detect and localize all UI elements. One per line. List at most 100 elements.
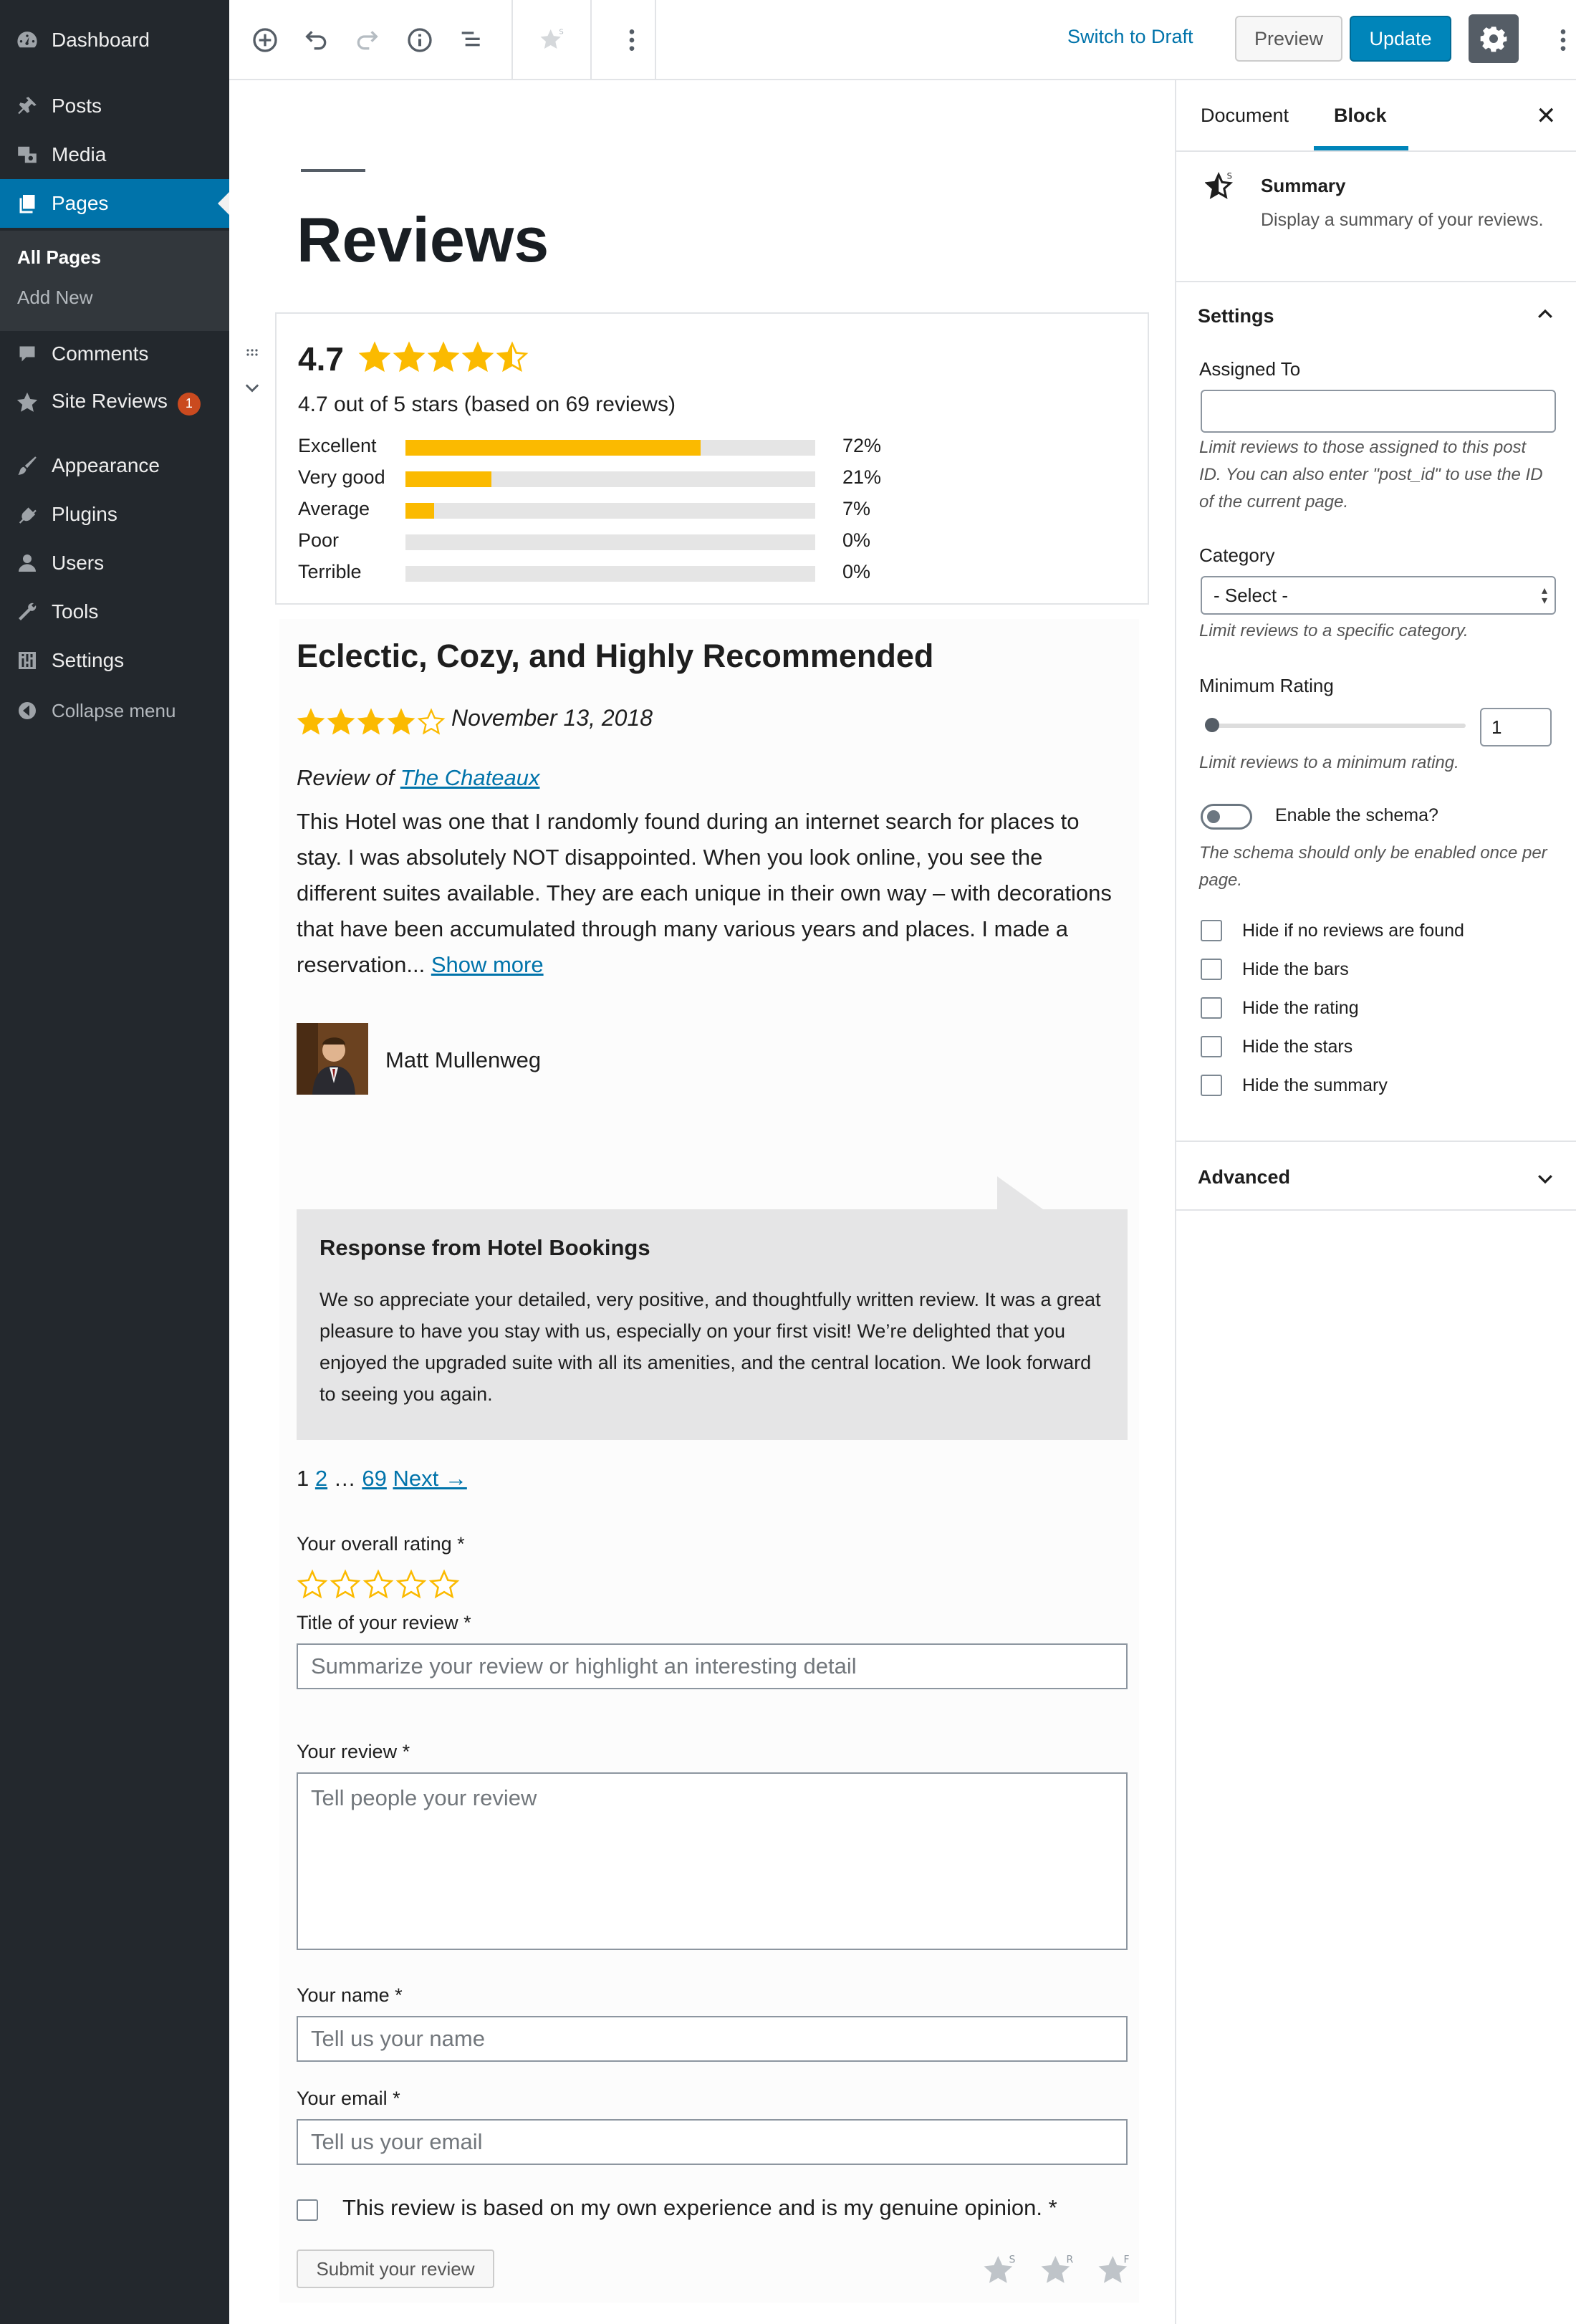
editor-toolbar: S Switch to Draft Preview Update — [229, 0, 1576, 80]
bar-label: Average — [298, 498, 370, 519]
reviews-block-icon[interactable]: R — [1039, 2251, 1079, 2291]
show-more-link[interactable]: Show more — [431, 952, 544, 977]
drag-handle[interactable] — [238, 338, 266, 367]
assigned-to-input[interactable] — [1201, 390, 1556, 433]
checkbox[interactable] — [1201, 997, 1222, 1019]
list-icon — [461, 32, 480, 47]
consent-checkbox[interactable] — [297, 2199, 318, 2221]
bar-percent: 21% — [842, 466, 882, 488]
add-block-button[interactable] — [245, 20, 285, 60]
name-input[interactable]: Tell us your name — [297, 2016, 1128, 2062]
chevron-up-icon[interactable] — [1534, 304, 1556, 325]
page-link[interactable]: 2 — [315, 1466, 327, 1491]
menu-item-users[interactable]: Users — [0, 539, 229, 587]
rating-star-option[interactable] — [330, 1569, 361, 1600]
assigned-to-help: Limit reviews to those assigned to this … — [1199, 438, 1543, 512]
submenu-add-new[interactable]: Add New — [17, 287, 93, 309]
advanced-panel-toggle[interactable]: Advanced — [1198, 1166, 1290, 1189]
rating-star-option[interactable] — [395, 1569, 427, 1600]
average-rating: 4.7 — [298, 340, 344, 378]
content-info-button[interactable] — [400, 20, 440, 60]
rating-star-picker[interactable] — [297, 1569, 460, 1600]
review-stars — [297, 708, 446, 736]
plus-circle-icon — [253, 28, 277, 52]
rating-star-option[interactable] — [297, 1569, 328, 1600]
preview-button[interactable]: Preview — [1235, 16, 1342, 62]
schema-toggle-label: Enable the schema? — [1275, 805, 1438, 825]
slider-handle[interactable] — [1205, 718, 1219, 732]
rating-star-option[interactable] — [428, 1569, 460, 1600]
chevron-down-icon[interactable] — [1534, 1168, 1556, 1189]
email-input[interactable]: Tell us your email — [297, 2119, 1128, 2165]
minimum-rating-input[interactable]: 1 — [1480, 708, 1552, 746]
menu-item-tools[interactable]: Tools — [0, 587, 229, 636]
reviewed-item-link[interactable]: The Chateaux — [400, 765, 540, 790]
review-textarea[interactable]: Tell people your review — [297, 1772, 1128, 1950]
hide-summary-checkbox[interactable]: Hide the summary — [1201, 1073, 1544, 1098]
schema-toggle[interactable] — [1201, 804, 1252, 830]
menu-item-pages[interactable]: Pages — [0, 179, 229, 228]
undo-icon — [305, 31, 327, 50]
menu-item-comments[interactable]: Comments — [0, 330, 229, 378]
form-block-icon[interactable]: F — [1096, 2251, 1136, 2291]
minimum-rating-slider[interactable] — [1205, 724, 1466, 728]
rating-star-option[interactable] — [362, 1569, 394, 1600]
menu-item-dashboard[interactable]: Dashboard — [0, 16, 229, 64]
menu-item-media[interactable]: Media — [0, 130, 229, 179]
move-block-down-button[interactable] — [238, 374, 266, 403]
block-settings-panel: Document Block ✕ S Summary Display a sum… — [1175, 80, 1576, 2324]
hide-stars-checkbox[interactable]: Hide the stars — [1201, 1034, 1544, 1059]
category-label: Category — [1199, 544, 1275, 566]
menu-item-label: Posts — [52, 95, 102, 117]
page-title[interactable]: Reviews — [297, 203, 549, 277]
menu-item-posts[interactable]: Posts — [0, 82, 229, 130]
tab-block[interactable]: Block — [1334, 105, 1387, 127]
block-more-options-button[interactable] — [612, 20, 652, 60]
response-title: Response from Hotel Bookings — [319, 1235, 650, 1260]
menu-item-plugins[interactable]: Plugins — [0, 490, 229, 539]
checkbox[interactable] — [1201, 920, 1222, 941]
block-navigation-button[interactable] — [451, 20, 491, 60]
category-select[interactable]: - Select - ▴ ▾ — [1201, 576, 1556, 615]
switch-to-draft-button[interactable]: Switch to Draft — [1067, 26, 1193, 48]
update-button[interactable]: Update — [1350, 16, 1451, 62]
reviews-block[interactable]: Eclectic, Cozy, and Highly Recommended N… — [279, 619, 1139, 2303]
menu-item-label: Settings — [52, 649, 125, 671]
checkbox[interactable] — [1201, 1075, 1222, 1096]
review-title-input[interactable]: Summarize your review or highlight an in… — [297, 1643, 1128, 1689]
block-description: Display a summary of your reviews. — [1261, 210, 1544, 230]
title-divider — [301, 169, 365, 172]
rating-bar-row: Excellent 72% — [298, 433, 881, 458]
summary-block[interactable]: 4.7 4.7 out of 5 stars (based on 69 revi… — [275, 312, 1149, 605]
undo-button[interactable] — [297, 20, 337, 60]
submenu-all-pages[interactable]: All Pages — [17, 246, 101, 269]
menu-item-site-reviews[interactable]: Site Reviews 1 — [0, 378, 229, 427]
checkbox[interactable] — [1201, 1036, 1222, 1057]
next-page-link[interactable]: Next → — [393, 1466, 466, 1491]
rating-bar-row: Very good 21% — [298, 464, 881, 490]
close-panel-button[interactable]: ✕ — [1536, 102, 1557, 130]
bar-percent: 72% — [842, 435, 882, 456]
settings-toggle-button[interactable] — [1469, 14, 1519, 63]
redo-button[interactable] — [347, 20, 387, 60]
checkbox-label: Hide if no reviews are found — [1242, 921, 1464, 941]
review-of-prefix: Review of — [297, 765, 400, 790]
hide-bars-checkbox[interactable]: Hide the bars — [1201, 957, 1544, 981]
menu-item-settings[interactable]: Settings — [0, 636, 229, 685]
hide-rating-checkbox[interactable]: Hide the rating — [1201, 996, 1544, 1020]
submit-review-button[interactable]: Submit your review — [297, 2249, 494, 2288]
menu-item-appearance[interactable]: Appearance — [0, 441, 229, 490]
bar-track — [405, 566, 815, 582]
summary-block-icon[interactable]: S — [981, 2251, 1022, 2291]
bar-track — [405, 471, 815, 487]
tab-document[interactable]: Document — [1201, 105, 1289, 127]
block-type-button[interactable]: S — [533, 20, 573, 60]
settings-panel-toggle[interactable]: Settings — [1198, 305, 1274, 327]
checkbox[interactable] — [1201, 959, 1222, 980]
more-tools-button[interactable] — [1543, 20, 1576, 60]
page-link[interactable]: 69 — [362, 1466, 386, 1491]
collapse-menu-button[interactable]: Collapse menu — [0, 686, 229, 735]
hide-if-empty-checkbox[interactable]: Hide if no reviews are found — [1201, 918, 1544, 943]
menu-item-label: Users — [52, 552, 105, 574]
site-reviews-star-icon: S — [1204, 171, 1238, 207]
